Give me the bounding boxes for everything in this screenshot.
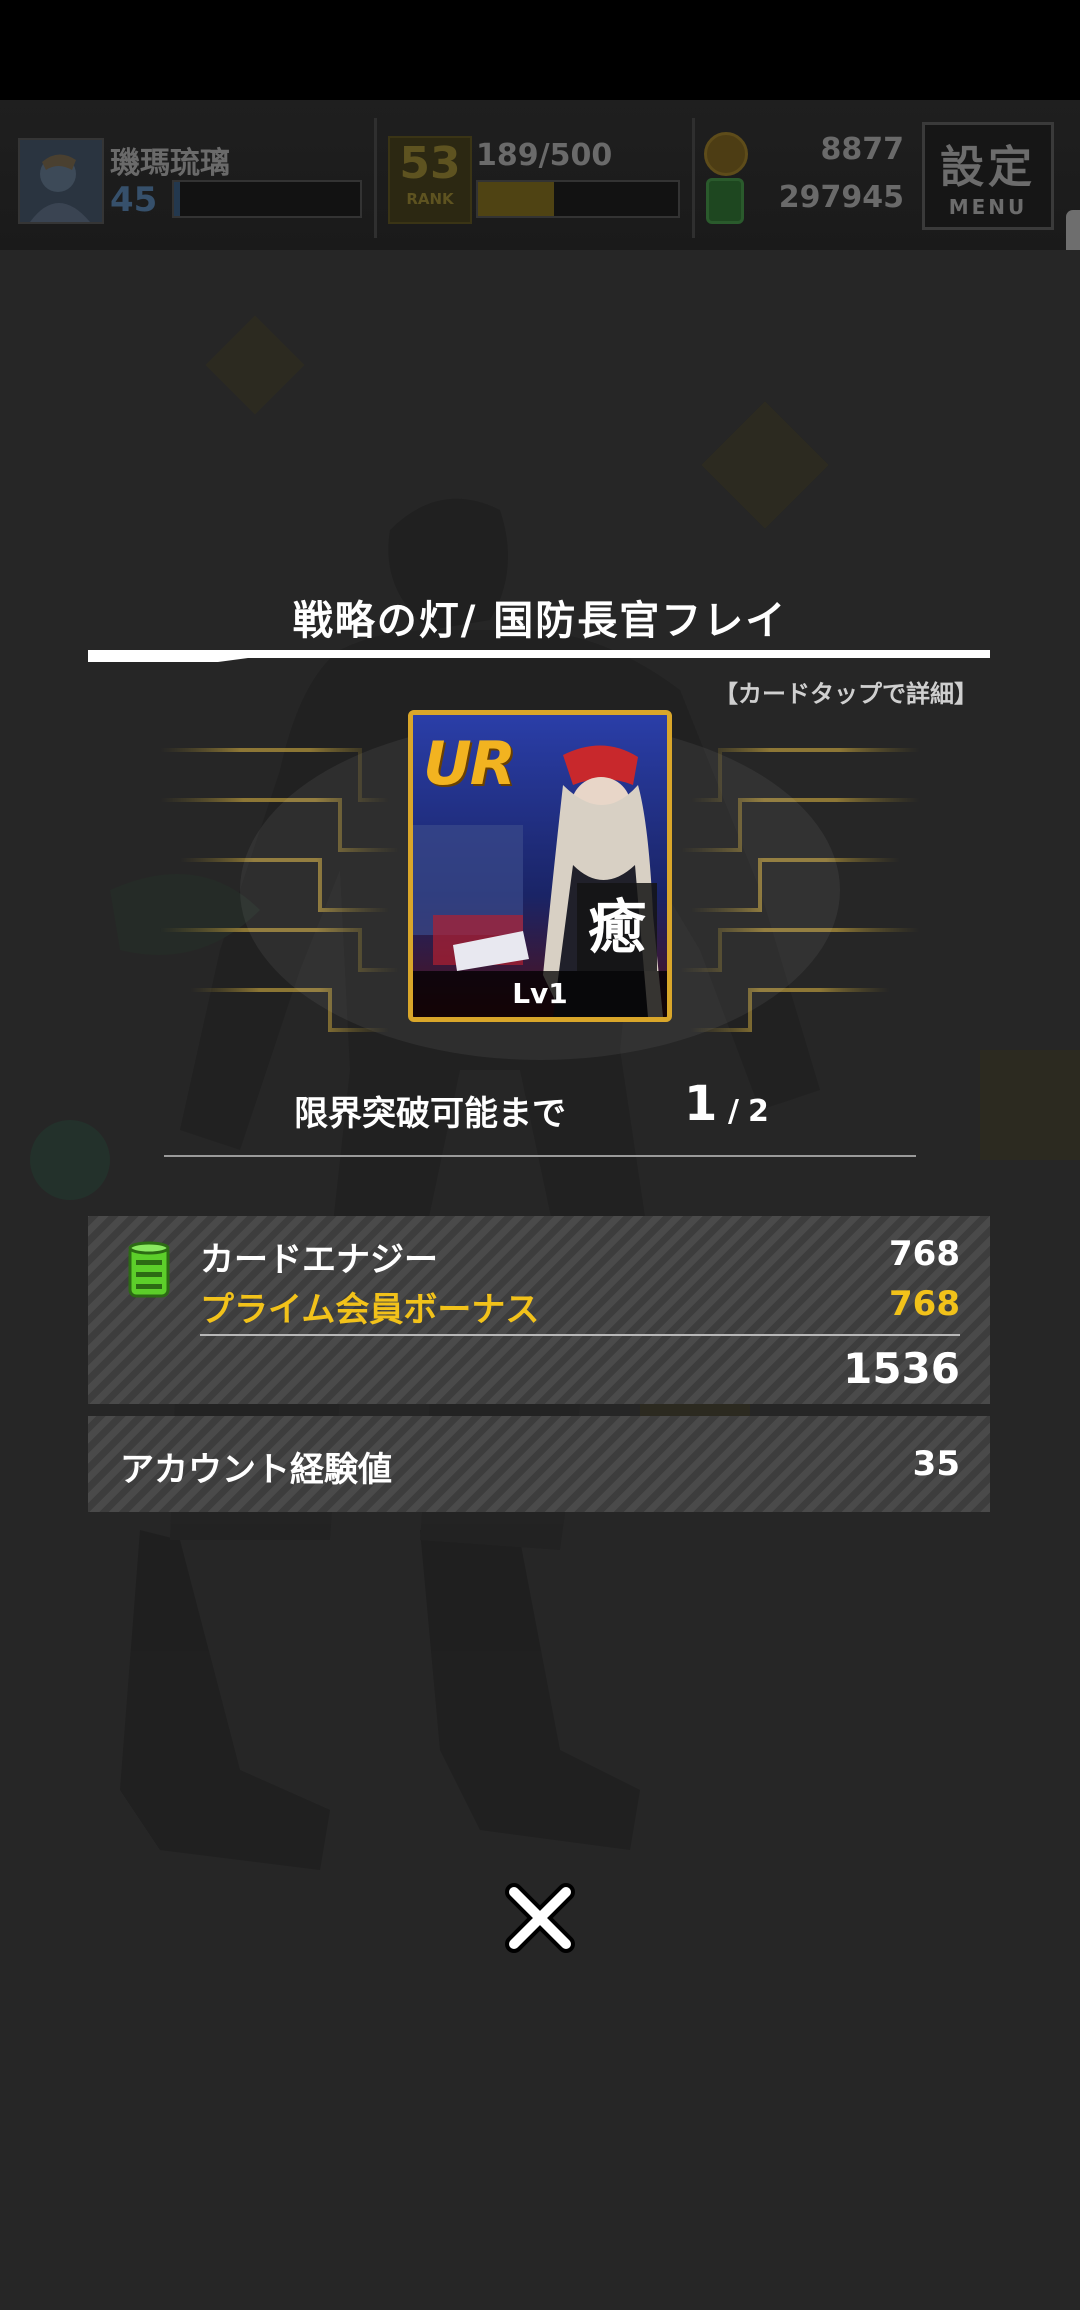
rank-progress-fill bbox=[478, 182, 554, 216]
menu-kanji: 設定 bbox=[940, 142, 1036, 193]
card-level: Lv1 bbox=[413, 971, 667, 1017]
player-name: 璣瑪琉璃 bbox=[110, 146, 230, 181]
card-energy-value: 768 bbox=[889, 1234, 960, 1274]
rank-progress-bar bbox=[476, 180, 680, 218]
energy-can-icon bbox=[128, 1241, 170, 1298]
level-progress-fill bbox=[174, 182, 180, 216]
card-type-badge: 癒 bbox=[577, 883, 657, 971]
hud-divider bbox=[374, 118, 377, 238]
prime-bonus-label: プライム会員ボーナス bbox=[200, 1290, 540, 1330]
rank-label: RANK bbox=[406, 190, 454, 208]
card-rarity: UR bbox=[423, 729, 516, 799]
close-x-icon[interactable] bbox=[504, 1882, 576, 1954]
menu-button[interactable]: 設定 MENU bbox=[922, 122, 1054, 230]
rank-exp: 189/500 bbox=[476, 138, 613, 173]
prime-bonus-value: 768 bbox=[889, 1284, 960, 1324]
limit-divider bbox=[164, 1155, 916, 1157]
account-exp-value: 35 bbox=[912, 1444, 960, 1484]
player-avatar[interactable] bbox=[18, 138, 104, 224]
tap-hint: 【カードタップで詳細】 bbox=[714, 680, 978, 708]
avatar-image bbox=[20, 140, 102, 222]
title-underline bbox=[88, 650, 990, 662]
account-exp-reward-panel: アカウント経験値 35 bbox=[88, 1416, 990, 1512]
limit-break-current: 1 bbox=[684, 1076, 718, 1132]
reward-card[interactable]: UR 癒 Lv1 bbox=[408, 710, 672, 1022]
top-hud: 璣瑪琉璃 45 53 RANK 189/500 8877 297945 設定 M… bbox=[0, 100, 1080, 258]
card-title: 戦略の灯/ 国防長官フレイ bbox=[292, 598, 788, 644]
limit-break-slash: / bbox=[728, 1094, 739, 1129]
rank-number: 53 bbox=[399, 138, 461, 189]
limit-break-label: 限界突破可能まで bbox=[294, 1094, 566, 1134]
card-energy-reward-panel: カードエナジー 768 プライム会員ボーナス 768 1536 bbox=[88, 1216, 990, 1404]
coin-count: 8877 bbox=[820, 132, 905, 167]
sum-divider bbox=[200, 1334, 960, 1336]
hud-divider bbox=[692, 118, 695, 238]
system-status-bar bbox=[0, 0, 1080, 100]
card-energy-label: カードエナジー bbox=[200, 1240, 438, 1280]
limit-break-max: 2 bbox=[748, 1094, 769, 1129]
account-exp-label: アカウント経験値 bbox=[120, 1450, 392, 1490]
coin-icon bbox=[704, 132, 748, 176]
rank-badge: 53 RANK bbox=[388, 136, 472, 224]
menu-label: MENU bbox=[948, 195, 1028, 219]
card-energy-total: 1536 bbox=[843, 1344, 960, 1393]
player-level: 45 bbox=[110, 180, 158, 220]
energy-icon bbox=[706, 178, 744, 224]
level-progress-bar bbox=[172, 180, 362, 218]
energy-count: 297945 bbox=[778, 180, 904, 215]
